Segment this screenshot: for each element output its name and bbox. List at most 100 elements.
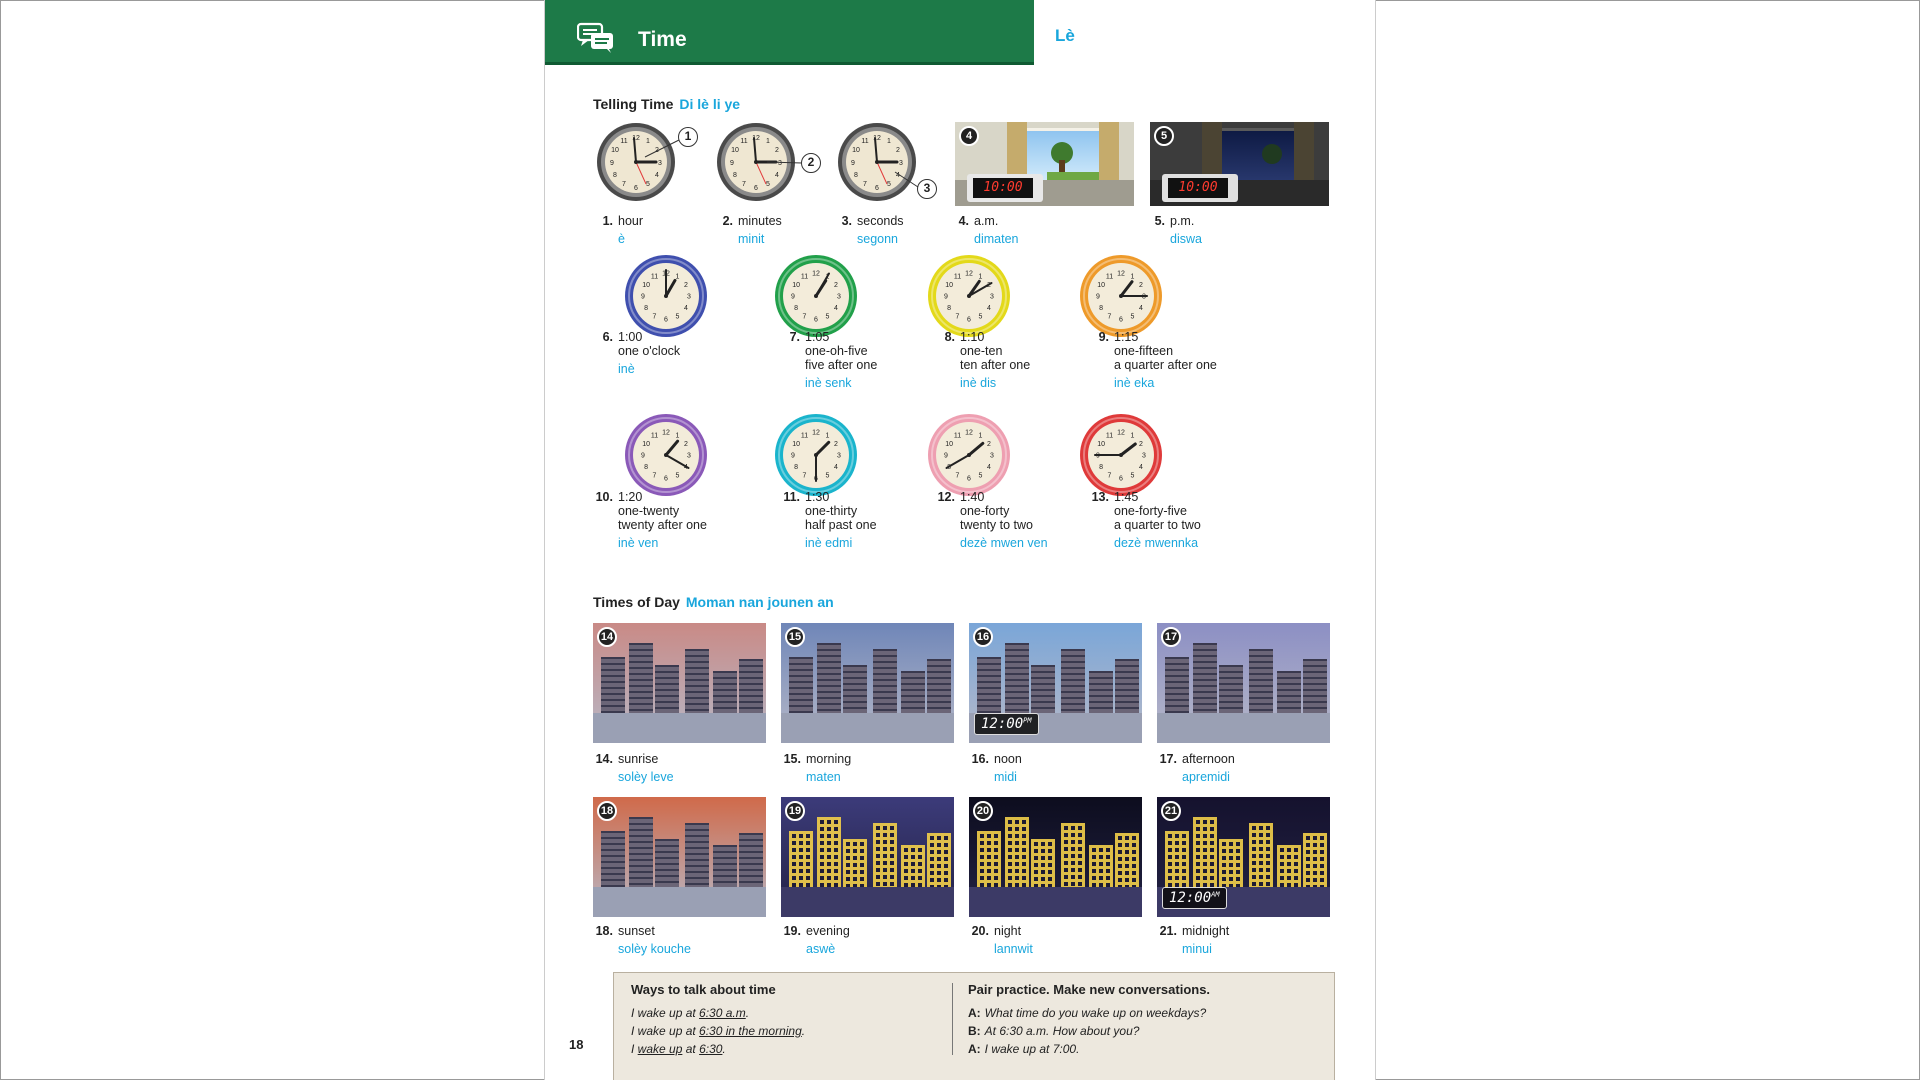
svg-text:11: 11: [954, 274, 961, 281]
svg-text:12: 12: [965, 271, 973, 278]
tip-divider: [952, 983, 953, 1055]
svg-text:4: 4: [987, 464, 991, 471]
time-of-day-label: 17. afternoon apremidi: [1159, 752, 1235, 784]
city-scene-night: 20: [969, 797, 1142, 917]
svg-text:3: 3: [687, 294, 691, 301]
svg-text:10: 10: [945, 282, 953, 289]
dialogue-line-1: A: What time do you wake up on weekdays?: [968, 1006, 1207, 1020]
clock-time-label: 10. 1:20 one-twenty twenty after one inè …: [595, 490, 707, 550]
svg-text:8: 8: [794, 305, 798, 312]
clock-time-label: 6. 1:00 one o'clock inè: [602, 330, 681, 376]
svg-text:1: 1: [1131, 274, 1135, 281]
badge-15: 15: [785, 627, 805, 647]
analog-clock-icon: 123456789101112: [625, 414, 707, 496]
conversation-tip-box: Ways to talk about time I wake up at 6:3…: [613, 972, 1335, 1080]
svg-text:7: 7: [653, 313, 657, 320]
svg-text:6: 6: [1119, 476, 1123, 483]
badge-5: 5: [1154, 126, 1174, 146]
pair-practice-column: Pair practice. Make new conversations. A…: [968, 981, 1210, 1058]
pair-practice-title: Pair practice. Make new conversations.: [968, 982, 1211, 997]
time-of-day-label: 19. evening aswè: [783, 924, 850, 956]
textbook-page: Time Lè Telling Time Di lè li ye 1 2 3 10…: [544, 0, 1376, 1080]
badge-18: 18: [597, 801, 617, 821]
badge-20: 20: [973, 801, 993, 821]
badge-21: 21: [1161, 801, 1181, 821]
svg-text:11: 11: [1106, 274, 1113, 281]
svg-text:12: 12: [1117, 430, 1125, 437]
svg-text:3: 3: [837, 294, 841, 301]
vocab-item-pm: 5. p.m. diswa: [1154, 214, 1202, 246]
clock-time-label: 8. 1:10 one-ten ten after one inè dis: [944, 330, 1031, 390]
svg-text:2: 2: [987, 441, 991, 448]
analog-clock-icon: 123456789101112: [928, 255, 1010, 337]
svg-text:12: 12: [812, 430, 820, 437]
badge-4: 4: [959, 126, 979, 146]
svg-text:2: 2: [834, 441, 838, 448]
svg-text:9: 9: [641, 453, 645, 460]
analog-clock-icon: 123456789101112: [775, 255, 857, 337]
svg-text:7: 7: [1108, 313, 1112, 320]
svg-text:3: 3: [1142, 453, 1146, 460]
svg-text:12: 12: [965, 430, 973, 437]
digital-clock-overlay: 12:00AM: [1162, 887, 1227, 909]
svg-text:6: 6: [664, 476, 668, 483]
time-of-day-label: 15. morning maten: [783, 752, 852, 784]
section-title-times-of-day: Times of Day Moman nan jounen an: [593, 594, 834, 610]
svg-text:10: 10: [945, 441, 953, 448]
city-scene-afternoon: 17: [1157, 623, 1330, 743]
svg-text:6: 6: [814, 317, 818, 324]
badge-19: 19: [785, 801, 805, 821]
badge-17: 17: [1161, 627, 1181, 647]
page-number: 18: [569, 1037, 584, 1052]
city-scene-evening: 19: [781, 797, 954, 917]
analog-clock-icon: 123456789101112: [625, 255, 707, 337]
svg-text:9: 9: [641, 294, 645, 301]
svg-text:9: 9: [791, 294, 795, 301]
section-title-text: Times of Day: [593, 594, 680, 610]
ways-to-talk-column: Ways to talk about time I wake up at 6:3…: [631, 981, 805, 1058]
svg-text:9: 9: [1096, 294, 1100, 301]
svg-text:11: 11: [651, 274, 658, 281]
svg-text:12: 12: [662, 430, 670, 437]
analog-clock-icon: 123456789101112: [928, 414, 1010, 496]
time-of-day-label: 14. sunrise solèy leve: [595, 752, 674, 784]
svg-text:2: 2: [1139, 282, 1143, 289]
svg-text:6: 6: [1119, 317, 1123, 324]
svg-text:3: 3: [990, 294, 994, 301]
svg-text:1: 1: [676, 433, 680, 440]
svg-text:8: 8: [1099, 464, 1103, 471]
clock-time-label: 13. 1:45 one-forty-five a quarter to two …: [1091, 490, 1201, 550]
section-title-translation: Moman nan jounen an: [685, 594, 834, 610]
svg-text:7: 7: [653, 472, 657, 479]
svg-text:11: 11: [801, 433, 808, 440]
vocab-item-hour: 1. hour è: [602, 214, 644, 246]
svg-text:11: 11: [954, 433, 961, 440]
svg-text:5: 5: [979, 472, 983, 479]
svg-text:8: 8: [947, 305, 951, 312]
city-scene-sunrise: 14: [593, 623, 766, 743]
svg-text:5: 5: [826, 472, 830, 479]
svg-text:5: 5: [979, 313, 983, 320]
svg-text:12: 12: [1117, 271, 1125, 278]
svg-text:1: 1: [1131, 433, 1135, 440]
svg-text:4: 4: [834, 464, 838, 471]
svg-text:9: 9: [791, 453, 795, 460]
time-of-day-label: 20. night lannwit: [971, 924, 1033, 956]
example-sentence-3: I wake up at 6:30.: [631, 1042, 726, 1056]
clock-time-label: 11. 1:30 one-thirty half past one inè edm…: [783, 490, 877, 550]
ways-to-talk-title: Ways to talk about time: [631, 982, 776, 997]
digital-clock-pm: 10:00: [1168, 178, 1228, 198]
dialogue-line-3: A: I wake up at 7:00.: [968, 1042, 1080, 1056]
svg-text:8: 8: [1099, 305, 1103, 312]
svg-text:8: 8: [644, 305, 648, 312]
svg-text:10: 10: [642, 282, 650, 289]
svg-text:10: 10: [792, 441, 800, 448]
example-sentence-2: I wake up at 6:30 in the morning.: [631, 1024, 806, 1038]
city-scene-morning: 15: [781, 623, 954, 743]
svg-text:5: 5: [676, 313, 680, 320]
svg-text:12: 12: [812, 271, 820, 278]
city-scene-midnight: 21 12:00AM: [1157, 797, 1330, 917]
svg-text:4: 4: [1139, 464, 1143, 471]
svg-text:8: 8: [644, 464, 648, 471]
analog-clock-icon: 123456789101112: [1080, 255, 1162, 337]
